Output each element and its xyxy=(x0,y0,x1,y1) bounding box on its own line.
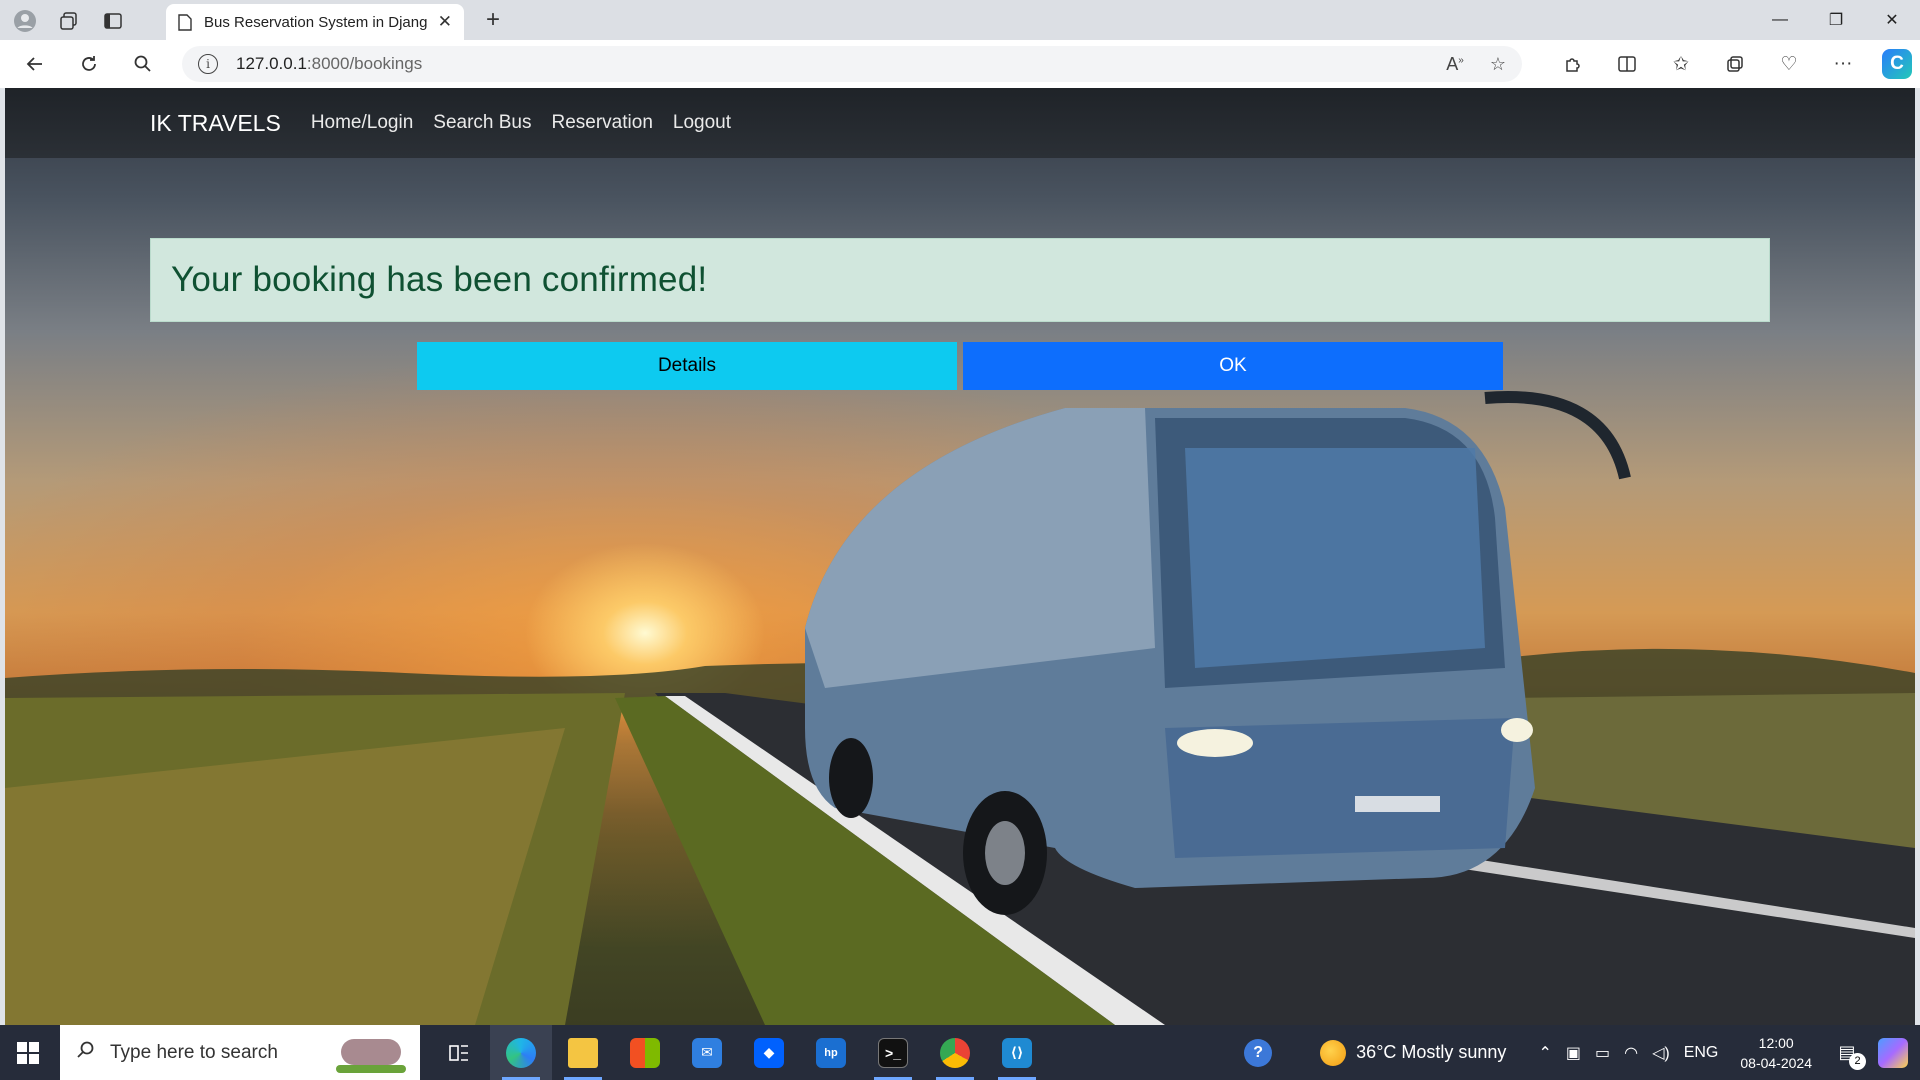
taskbar-search[interactable]: Type here to search xyxy=(60,1025,420,1080)
restore-icon[interactable]: ❐ xyxy=(1808,0,1864,40)
wifi-icon[interactable]: ◠ xyxy=(1624,1043,1638,1063)
favorite-star-icon[interactable]: ☆ xyxy=(1490,54,1506,75)
nav-home-login[interactable]: Home/Login xyxy=(311,112,413,134)
clock-time: 12:00 xyxy=(1758,1034,1794,1051)
workspaces-icon[interactable] xyxy=(54,6,84,36)
search-icon[interactable] xyxy=(128,49,158,79)
clock-date: 08-04-2024 xyxy=(1740,1054,1812,1071)
vscode-icon[interactable]: ⟨⟩ xyxy=(986,1025,1048,1080)
extensions-icon[interactable] xyxy=(1558,49,1588,79)
dropbox-icon[interactable]: ◆ xyxy=(738,1025,800,1080)
search-placeholder: Type here to search xyxy=(110,1041,278,1063)
close-window-icon[interactable]: ✕ xyxy=(1864,0,1920,40)
url-field[interactable]: i 127.0.0.1:8000/bookings A» ☆ xyxy=(182,46,1522,82)
read-aloud-icon[interactable]: A» xyxy=(1446,54,1464,75)
minimize-icon[interactable]: — xyxy=(1752,0,1808,40)
battery-icon[interactable]: ▭ xyxy=(1595,1043,1610,1063)
close-icon[interactable]: ✕ xyxy=(438,12,452,32)
url-text: 127.0.0.1:8000/bookings xyxy=(236,54,423,73)
search-icon xyxy=(76,1040,96,1066)
windows-logo-icon xyxy=(17,1041,39,1064)
site-navbar: IK TRAVELS Home/Login Search Bus Reserva… xyxy=(5,88,1915,158)
notification-icon[interactable]: ▤ 2 xyxy=(1832,1038,1866,1070)
nav-logout[interactable]: Logout xyxy=(673,112,731,134)
edge-icon[interactable] xyxy=(490,1025,552,1080)
more-icon[interactable]: ··· xyxy=(1828,49,1858,79)
weather-text[interactable]: 36°C Mostly sunny xyxy=(1356,1042,1506,1063)
profile-icon[interactable] xyxy=(10,6,40,36)
nav-reservation[interactable]: Reservation xyxy=(552,112,653,134)
copilot-taskbar-icon[interactable] xyxy=(1878,1037,1908,1068)
refresh-icon[interactable] xyxy=(74,49,104,79)
browser-essentials-icon[interactable]: ♡ xyxy=(1774,49,1804,79)
help-icon[interactable]: ? xyxy=(1244,1038,1273,1067)
mail-icon[interactable]: ✉ xyxy=(676,1025,738,1080)
new-tab-icon[interactable]: + xyxy=(478,5,508,35)
page-icon xyxy=(178,13,192,31)
language-indicator[interactable]: ENG xyxy=(1684,1044,1719,1062)
collections-icon[interactable] xyxy=(1720,49,1750,79)
copilot-icon[interactable]: C xyxy=(1882,49,1912,79)
file-explorer-icon[interactable] xyxy=(552,1025,614,1080)
success-alert: Your booking has been confirmed! xyxy=(150,238,1770,322)
meet-now-icon[interactable]: ▣ xyxy=(1566,1043,1581,1063)
search-highlight-image xyxy=(336,1033,406,1073)
clock[interactable]: 12:00 08-04-2024 xyxy=(1740,1033,1812,1073)
brand-logo[interactable]: IK TRAVELS xyxy=(150,110,281,137)
browser-tab[interactable]: Bus Reservation System in Djang ✕ xyxy=(166,4,464,40)
tab-actions-icon[interactable] xyxy=(98,6,128,36)
task-view-icon[interactable] xyxy=(428,1025,490,1080)
browser-tab-bar: Bus Reservation System in Djang ✕ + — ❐ … xyxy=(0,0,1920,40)
weather-icon[interactable] xyxy=(1320,1039,1347,1066)
volume-icon[interactable]: ◁) xyxy=(1652,1043,1670,1063)
notification-badge: 2 xyxy=(1849,1052,1866,1070)
site-info-icon[interactable]: i xyxy=(198,54,218,74)
chevron-up-icon[interactable]: ⌃ xyxy=(1538,1043,1551,1063)
windows-taskbar: Type here to search ✉ ◆ hp >_ ⟨⟩ ? 36°C … xyxy=(0,1025,1920,1080)
back-icon[interactable] xyxy=(20,49,50,79)
confirmation-message: Your booking has been confirmed! xyxy=(171,260,708,299)
microsoft-store-icon[interactable] xyxy=(614,1025,676,1080)
nav-search-bus[interactable]: Search Bus xyxy=(433,112,531,134)
chrome-icon[interactable] xyxy=(924,1025,986,1080)
myhp-icon[interactable]: hp xyxy=(800,1025,862,1080)
details-button[interactable]: Details xyxy=(417,342,957,390)
address-bar-row: i 127.0.0.1:8000/bookings A» ☆ ✩ ♡ ··· C xyxy=(0,40,1920,88)
tab-title: Bus Reservation System in Djang xyxy=(204,13,428,31)
background-image xyxy=(5,391,1915,1025)
split-screen-icon[interactable] xyxy=(1612,49,1642,79)
ok-button[interactable]: OK xyxy=(963,342,1503,390)
page-viewport: IK TRAVELS Home/Login Search Bus Reserva… xyxy=(5,88,1915,1025)
terminal-icon[interactable]: >_ xyxy=(862,1025,924,1080)
start-button[interactable] xyxy=(0,1025,56,1080)
favorites-icon[interactable]: ✩ xyxy=(1666,49,1696,79)
